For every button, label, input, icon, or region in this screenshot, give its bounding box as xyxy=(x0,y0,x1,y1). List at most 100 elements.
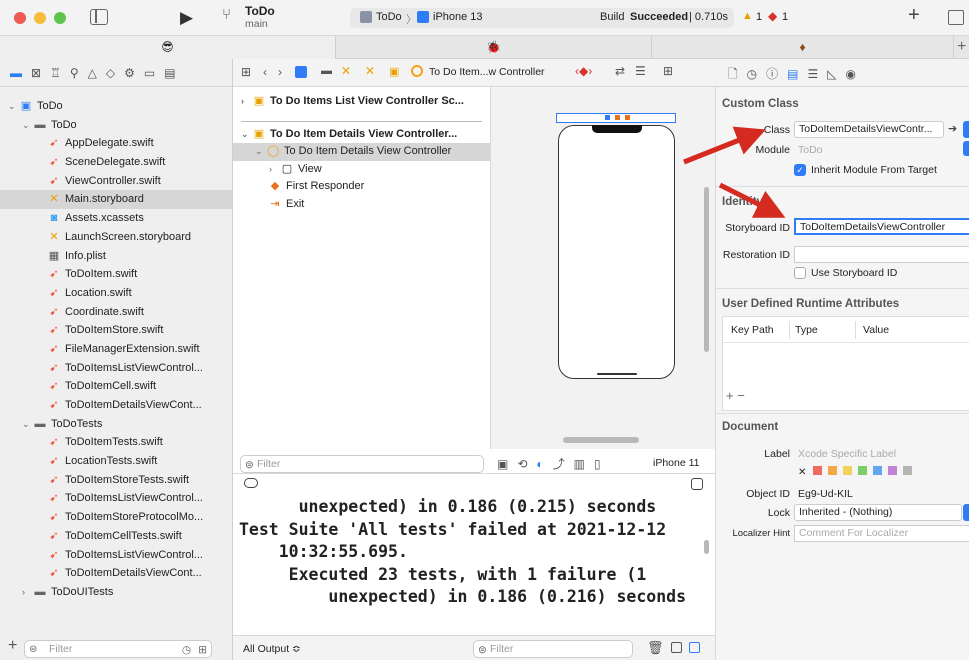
warning-icon[interactable]: ▲ xyxy=(742,10,753,22)
console-toggle-icon[interactable] xyxy=(691,478,703,490)
add-button[interactable]: + xyxy=(908,4,920,27)
scm-filter-icon[interactable]: ⊞ xyxy=(198,642,207,658)
related-items-icon[interactable]: ⇄ xyxy=(615,64,625,78)
disclosure-open-icon[interactable]: ⌄ xyxy=(22,116,34,135)
swatch-purple[interactable] xyxy=(888,466,898,475)
variables-view-icon[interactable] xyxy=(671,642,682,653)
file-tree-item[interactable]: ➹ SceneDelegate.swift xyxy=(0,153,232,172)
file-tree-item[interactable]: ➹ ToDoItemCellTests.swift xyxy=(0,527,232,546)
help-inspector-icon[interactable]: ⓘ xyxy=(766,65,778,82)
folder-nav-icon[interactable]: ▬ xyxy=(10,66,22,80)
grid-icon[interactable]: ⊞ xyxy=(241,65,251,79)
navigator-filter[interactable]: ⊜ Filter ◷ ⊞ xyxy=(24,640,212,658)
col-value[interactable]: Value xyxy=(863,324,889,336)
inspector-toggle-icon[interactable] xyxy=(948,10,964,25)
identity-inspector-icon[interactable]: ▤ xyxy=(787,67,798,81)
symbol-icon[interactable]: ♖ xyxy=(50,66,61,80)
outline-exit[interactable]: ⇥ Exit xyxy=(233,196,490,214)
appearance-icon[interactable]: ◐ xyxy=(536,457,543,471)
col-keypath[interactable]: Key Path xyxy=(731,324,774,336)
file-tree-item[interactable]: ➹ ToDoItemTests.swift xyxy=(0,433,232,452)
outline-scene-1[interactable]: › ▣ To Do Items List View Controller Sc... xyxy=(233,93,490,111)
inherit-module-checkbox[interactable]: ✓ xyxy=(794,164,806,176)
sidebar-toggle-icon[interactable] xyxy=(90,9,108,25)
console-view-icon[interactable] xyxy=(689,642,700,653)
file-tree-item[interactable]: ➹ ToDoItemStore.swift xyxy=(0,321,232,340)
file-tree-item[interactable]: ➹ Location.swift xyxy=(0,284,232,303)
col-type[interactable]: Type xyxy=(795,324,818,336)
swatch-orange[interactable] xyxy=(828,466,838,475)
issue-icon[interactable]: △ xyxy=(88,66,97,80)
doc-label-field[interactable]: Xcode Specific Label xyxy=(798,448,896,460)
size-inspector-icon[interactable]: ◺ xyxy=(827,67,836,81)
file-tree-item[interactable]: ➹ ToDoItemDetailsViewCont... xyxy=(0,564,232,583)
class-arrow-icon[interactable]: ➔ xyxy=(948,122,957,135)
orientation-icon[interactable]: ⟲ xyxy=(517,457,527,471)
iphone-frame[interactable] xyxy=(558,125,675,379)
outline-filter[interactable]: ⊜ Filter xyxy=(240,455,484,473)
add-editor-icon[interactable]: ⊞ xyxy=(663,64,673,78)
storyboard-crumb-icon-2[interactable]: ✕ xyxy=(365,64,375,78)
class-field[interactable]: ToDoItemDetailsViewContr... xyxy=(794,121,944,138)
jumpbar-crumb[interactable]: To Do Item...w Controller xyxy=(429,66,545,78)
trash-icon[interactable]: 🗑 xyxy=(647,640,664,656)
file-tree-item[interactable]: ➹ FileManagerExtension.swift xyxy=(0,340,232,359)
swatch-green[interactable] xyxy=(858,466,868,475)
breakpoint-icon[interactable]: ▭ xyxy=(144,66,155,80)
lock-dropdown-button[interactable] xyxy=(963,504,969,521)
file-tree-item[interactable]: › ▬ ToDoUITests xyxy=(0,583,232,602)
run-icon[interactable]: ▶ xyxy=(180,8,193,28)
file-inspector-icon[interactable]: 🗋 xyxy=(728,65,738,86)
file-tree-item[interactable]: ➹ ToDoItemsListViewControl... xyxy=(0,359,232,378)
tab-3[interactable]: ♦ xyxy=(652,36,954,59)
file-tree-item[interactable]: ➹ ToDoItemStoreProtocolMo... xyxy=(0,508,232,527)
file-tree-item[interactable]: ◙ Assets.xcassets xyxy=(0,209,232,228)
new-tab-icon[interactable]: + xyxy=(957,38,966,56)
clear-console-icon[interactable] xyxy=(244,478,258,488)
swatch-red[interactable] xyxy=(813,466,823,475)
tab-1[interactable]: 😎 xyxy=(0,36,336,59)
file-tree-item[interactable]: ✕ Main.storyboard xyxy=(0,190,232,210)
connections-inspector-icon[interactable]: ◉ xyxy=(846,67,856,81)
close-window-button[interactable] xyxy=(14,12,26,24)
file-tree-item[interactable]: ➹ ToDoItemCell.swift xyxy=(0,377,232,396)
disclosure-open-icon[interactable]: ⌄ xyxy=(8,97,20,116)
folder-crumb-icon[interactable]: ▬ xyxy=(321,65,332,77)
file-tree-item[interactable]: ➹ Coordinate.swift xyxy=(0,303,232,322)
phone-outline-icon[interactable]: ▯ xyxy=(594,457,601,471)
console-scrollbar[interactable] xyxy=(704,540,709,554)
editor-options-icon[interactable]: ☰ xyxy=(635,64,646,78)
module-field[interactable]: ToDo xyxy=(798,144,823,156)
source-control-icon[interactable]: ⊠ xyxy=(31,66,41,80)
disclosure-open-icon[interactable]: ⌄ xyxy=(22,415,34,434)
outline-view[interactable]: › ▢ View xyxy=(233,161,490,179)
console-filter[interactable]: ⊜ Filter xyxy=(473,640,633,658)
file-tree-item[interactable]: ⌄ ▬ ToDo xyxy=(0,116,232,135)
file-tree-item[interactable]: ▦ Info.plist xyxy=(0,247,232,266)
disclosure-closed-icon[interactable]: › xyxy=(22,583,34,602)
file-tree-item[interactable]: ➹ ToDoItem.swift xyxy=(0,265,232,284)
swatch-yellow[interactable] xyxy=(843,466,853,475)
outline-scene-2[interactable]: ⌄ ▣ To Do Item Details View Controller... xyxy=(233,126,490,144)
project-crumb-icon[interactable] xyxy=(295,66,307,78)
lock-popup[interactable]: Inherited - (Nothing) xyxy=(794,504,962,521)
label-color-swatches[interactable]: ✕ xyxy=(798,466,913,478)
outline-first-responder[interactable]: ◆ First Responder xyxy=(233,178,490,196)
file-tree-item[interactable]: ✕ LaunchScreen.storyboard xyxy=(0,228,232,247)
add-attribute-icon[interactable]: + − xyxy=(726,388,745,403)
device-frame-icon[interactable]: ▣ xyxy=(497,457,508,471)
zoom-window-button[interactable] xyxy=(54,12,66,24)
output-selector[interactable]: All Output ≎ xyxy=(243,643,301,655)
history-inspector-icon[interactable]: ◷ xyxy=(747,67,757,81)
search-icon[interactable]: ⚲ xyxy=(70,66,79,80)
use-storyboard-id-checkbox[interactable] xyxy=(794,267,806,279)
device-selector[interactable]: iPhone 13 xyxy=(433,11,483,23)
storyboard-id-field[interactable]: ToDoItemDetailsViewController xyxy=(794,218,969,235)
file-tree-item[interactable]: ➹ AppDelegate.swift xyxy=(0,134,232,153)
module-dropdown-button[interactable] xyxy=(963,141,969,156)
file-tree-item[interactable]: ⌄ ▣ ToDo xyxy=(0,97,232,116)
report-icon[interactable]: ▤ xyxy=(164,66,175,80)
file-tree-item[interactable]: ➹ ToDoItemDetailsViewCont... xyxy=(0,396,232,415)
attributes-inspector-icon[interactable]: ☰ xyxy=(808,67,819,81)
scheme-selector[interactable]: ToDo xyxy=(376,11,402,23)
